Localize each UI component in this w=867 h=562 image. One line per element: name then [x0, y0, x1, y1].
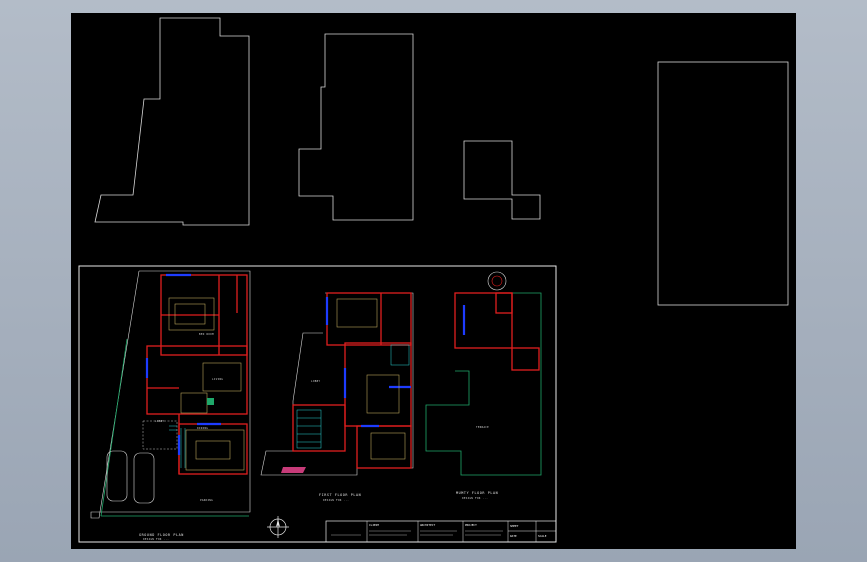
- first-floor-title: FIRST FLOOR PLAN: [319, 493, 361, 497]
- stairs-first: [296, 344, 410, 449]
- porch-outline: [142, 420, 178, 450]
- walls-ground: [146, 274, 248, 475]
- massing-outline-first: [298, 33, 414, 221]
- massing-outline-ground: [94, 17, 250, 226]
- mumty-floor-plan[interactable]: TERRACE MUMTY FLOOR PLAN DESIGN FOR ...: [425, 271, 542, 500]
- cad-canvas[interactable]: BED ROOM LIVING LOBBY DINING PARKING GRO…: [71, 13, 796, 549]
- walls-mumty: [454, 292, 540, 371]
- ground-floor-subtitle: DESIGN FOR ...: [143, 537, 169, 541]
- spiral-stair-core: [491, 275, 503, 287]
- title-block-text-lines: [331, 530, 503, 536]
- balcony-fill: [281, 467, 306, 473]
- glazing-ground: [145, 273, 221, 455]
- room-label-dining: DINING: [197, 426, 208, 430]
- ground-floor-title: GROUND FLOOR PLAN: [139, 533, 184, 537]
- title-block-client: CLIENT: [369, 523, 379, 527]
- first-floor-plan[interactable]: LOBBY FIRST FLOOR PLAN DESIGN FOR ...: [260, 292, 414, 502]
- furniture-ground: [168, 297, 245, 471]
- massing-outlines: [94, 17, 789, 306]
- room-label-lobby: LOBBY: [155, 419, 164, 423]
- drawing-sheet-border: [78, 265, 557, 543]
- room-label-lobby-first: LOBBY: [311, 379, 320, 383]
- title-block[interactable]: CLIENT ARCHITECT PROJECT SHEET DATE SCAL…: [325, 520, 557, 543]
- title-block-sheet: SHEET: [510, 524, 519, 528]
- title-block-project: PROJECT: [465, 523, 477, 527]
- massing-outline-block: [657, 61, 789, 306]
- planter-box: [207, 398, 214, 405]
- room-label-bedroom: BED ROOM: [199, 332, 214, 336]
- cad-model-space[interactable]: BED ROOM LIVING LOBBY DINING PARKING GRO…: [71, 13, 796, 549]
- spiral-stair: [487, 271, 507, 291]
- parked-cars: [106, 450, 155, 504]
- compass-north-icon: [267, 516, 289, 538]
- title-block-date: DATE: [510, 534, 517, 538]
- room-label-parking: PARKING: [200, 498, 213, 502]
- massing-outline-mumty: [463, 140, 541, 220]
- mumty-floor-subtitle: DESIGN FOR ...: [462, 496, 488, 500]
- room-label-terrace: TERRACE: [476, 425, 489, 429]
- furniture-first: [336, 298, 406, 460]
- title-block-scale: SCALE: [538, 534, 547, 538]
- room-label-living: LIVING: [212, 377, 223, 381]
- plot-boundary-ground: [90, 270, 251, 519]
- first-floor-subtitle: DESIGN FOR ...: [323, 498, 349, 502]
- glazing-first: [325, 297, 411, 428]
- terrace-boundary: [425, 292, 542, 476]
- ground-floor-plan[interactable]: BED ROOM LIVING LOBBY DINING PARKING GRO…: [90, 270, 251, 541]
- green-boundary-line: [100, 338, 128, 517]
- title-block-architect: ARCHITECT: [420, 523, 435, 527]
- mumty-floor-title: MUMTY FLOOR PLAN: [456, 491, 498, 495]
